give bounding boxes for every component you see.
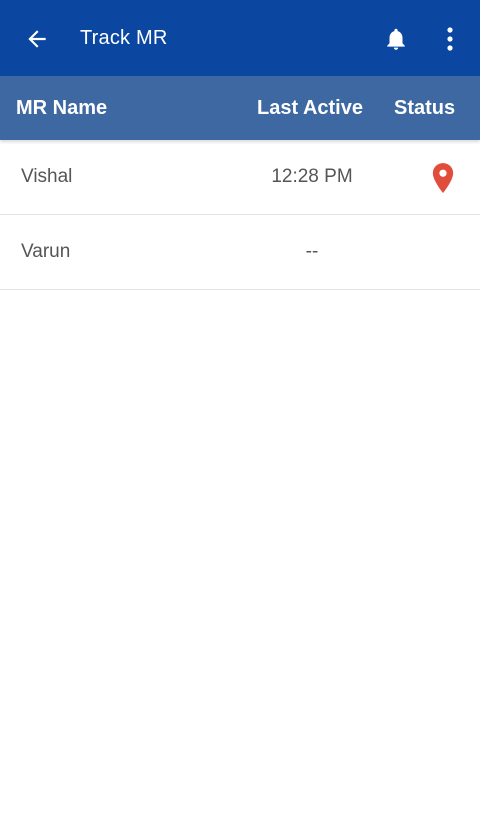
app-toolbar: Track MR (0, 0, 480, 76)
status-cell[interactable] (430, 162, 456, 194)
mr-list: Vishal 12:28 PM Varun -- (0, 140, 480, 290)
last-active-cell: 12:28 PM (271, 166, 353, 187)
location-pin-icon (432, 163, 454, 193)
table-row[interactable]: Vishal 12:28 PM (0, 140, 480, 215)
last-active-cell: -- (305, 241, 319, 262)
bell-icon (387, 28, 405, 50)
app-root: Track MR MR Name Last Active Status Vish… (0, 0, 480, 821)
mr-name-cell: Varun (21, 241, 71, 262)
arrow-left-icon (28, 30, 46, 48)
notifications-button[interactable] (380, 22, 412, 56)
overflow-menu-button[interactable] (436, 22, 464, 56)
more-vert-icon (447, 27, 453, 51)
table-row[interactable]: Varun -- (0, 215, 480, 290)
column-header-status: Status (394, 97, 456, 119)
column-header-last-active: Last Active (257, 97, 363, 119)
page-title: Track MR (80, 27, 168, 49)
table-header: MR Name Last Active Status (0, 76, 480, 140)
column-header-mr-name: MR Name (16, 97, 108, 119)
mr-name-cell: Vishal (21, 166, 73, 187)
back-button[interactable] (20, 22, 54, 56)
